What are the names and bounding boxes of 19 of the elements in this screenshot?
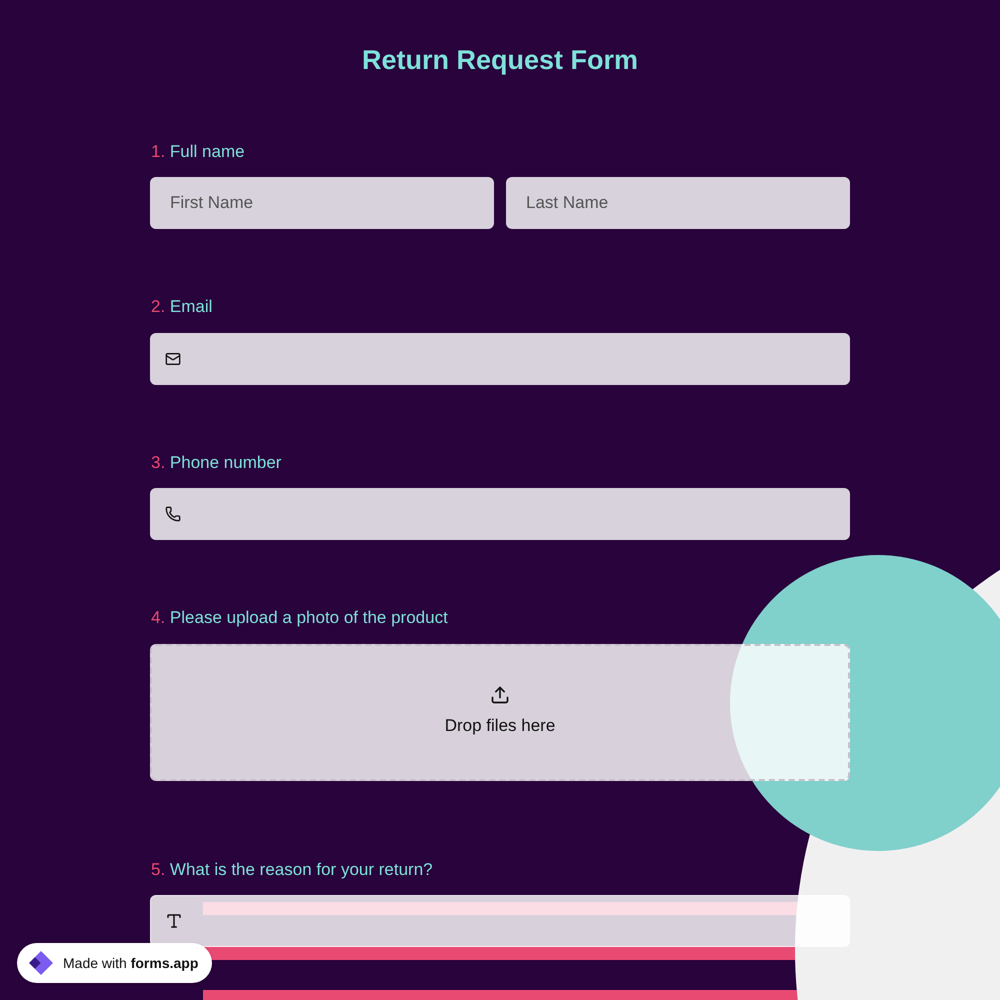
text-field[interactable]: Last Name (506, 177, 850, 229)
made-with-badge[interactable]: Made with forms.app (17, 943, 212, 983)
text-icon (165, 912, 183, 930)
text-field[interactable]: First Name (150, 177, 494, 229)
logo-icon (27, 949, 55, 977)
question-label: 1. Full name (150, 140, 246, 162)
email-field[interactable] (150, 332, 850, 384)
form-title: Return Request Form (362, 44, 638, 77)
question-label: 2. Email (150, 296, 214, 318)
text-field[interactable] (150, 895, 850, 947)
upload-icon (490, 685, 510, 706)
phone-field[interactable] (150, 488, 850, 540)
file-drop-zone[interactable]: Drop files here (150, 644, 850, 780)
drop-prompt: Drop files here (444, 715, 556, 738)
mail-icon (165, 350, 181, 366)
question-label: 3. Phone number (150, 452, 282, 474)
question-label: 4. Please upload a photo of the product (150, 607, 449, 629)
question-label: 5. What is the reason for your return? (150, 858, 434, 880)
phone-icon (165, 506, 181, 522)
